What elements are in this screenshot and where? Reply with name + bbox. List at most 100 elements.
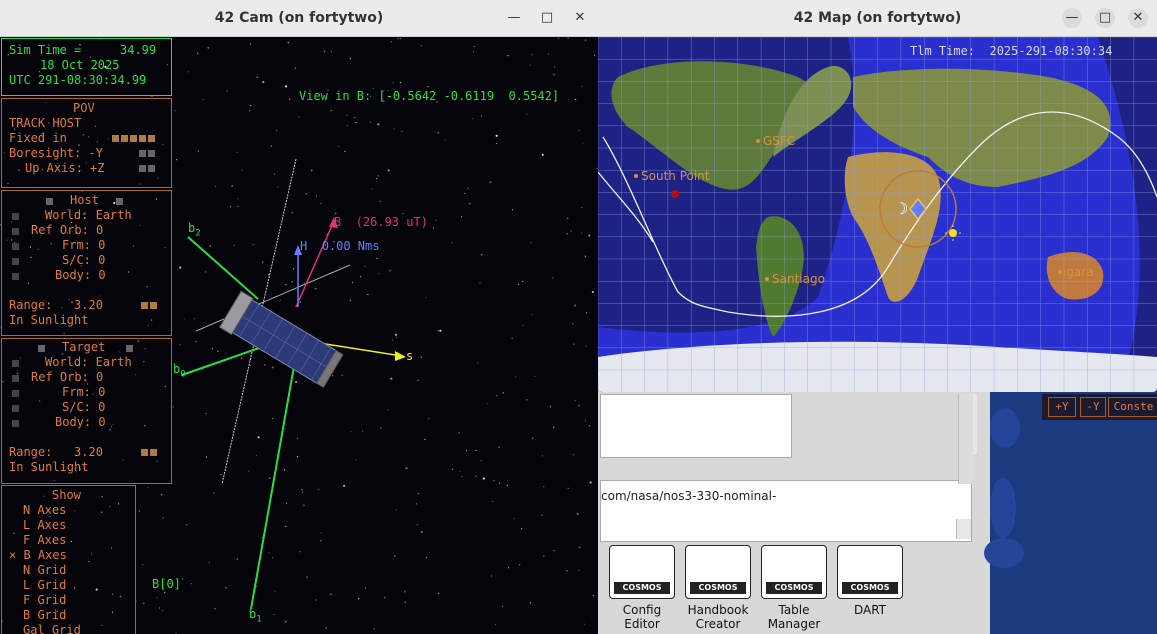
- url-text: com/nasa/nos3-330-nominal-: [601, 489, 777, 503]
- target-body-button[interactable]: [12, 420, 19, 427]
- maximize-icon[interactable]: □: [1095, 8, 1115, 28]
- show-gal-grid[interactable]: Gal Grid: [23, 623, 81, 634]
- target-range-plus[interactable]: [150, 449, 157, 456]
- star: [451, 468, 453, 470]
- host-prev-button[interactable]: [46, 198, 53, 205]
- minimize-icon[interactable]: —: [504, 8, 524, 28]
- host-frm-button[interactable]: [12, 243, 19, 250]
- target-next-button[interactable]: [126, 345, 133, 352]
- show-b-grid[interactable]: B Grid: [23, 608, 66, 623]
- pov-track[interactable]: TRACK HOST: [9, 116, 81, 131]
- host-next-button[interactable]: [116, 198, 123, 205]
- star: [205, 412, 207, 414]
- star: [197, 150, 199, 152]
- star: [486, 403, 488, 405]
- star: [214, 608, 216, 610]
- host-body-button[interactable]: [12, 273, 19, 280]
- close-icon[interactable]: ✕: [1128, 8, 1148, 28]
- target-ref-orb-button[interactable]: [12, 375, 19, 382]
- star: [351, 281, 354, 283]
- show-l-axes[interactable]: L Axes: [23, 518, 66, 533]
- star: [567, 487, 569, 489]
- minimize-icon[interactable]: —: [1062, 8, 1082, 28]
- scrollbar-right[interactable]: [958, 394, 973, 484]
- host-range-plus[interactable]: [150, 302, 157, 309]
- cam-viewport[interactable]: B (26.93 uT) H 0.00 Nms s b2 b0 b1 B[0] …: [0, 37, 598, 634]
- fixed-in-option-5[interactable]: [148, 135, 155, 142]
- star: [156, 597, 158, 599]
- tool-config-editor[interactable]: COSMOS Config Editor: [606, 545, 678, 631]
- star: [295, 380, 298, 384]
- star: [240, 357, 242, 359]
- url-text-area[interactable]: com/nasa/nos3-330-nominal-: [600, 480, 972, 542]
- up-axis-option-1[interactable]: [139, 165, 146, 172]
- tool-dart[interactable]: COSMOS DART: [834, 545, 906, 617]
- close-icon[interactable]: ✕: [570, 8, 590, 28]
- target-world-button[interactable]: [12, 360, 19, 367]
- minus-y-button[interactable]: -Y: [1080, 397, 1106, 417]
- text-area-top[interactable]: [600, 394, 792, 458]
- show-n-grid[interactable]: N Grid: [23, 563, 66, 578]
- star: [287, 42, 289, 44]
- boresight-option-1[interactable]: [139, 150, 146, 157]
- star: [580, 206, 583, 209]
- star: [364, 587, 366, 589]
- fixed-in-option-1[interactable]: [112, 135, 119, 142]
- plus-y-button[interactable]: +Y: [1048, 397, 1076, 417]
- target-prev-button[interactable]: [38, 345, 45, 352]
- map-titlebar[interactable]: 42 Map (on fortytwo) — □ ✕: [598, 0, 1157, 37]
- target-sunlight: In Sunlight: [9, 460, 89, 474]
- star: [532, 437, 534, 439]
- star: [230, 206, 232, 208]
- sim-utc: UTC 291-08:30:34.99: [9, 73, 147, 87]
- scrollbar-bottom[interactable]: [956, 519, 971, 539]
- star: [143, 602, 145, 605]
- star: [255, 454, 257, 456]
- maximize-icon[interactable]: □: [537, 8, 557, 28]
- config-editor-icon: COSMOS: [609, 545, 675, 599]
- star: [291, 211, 293, 213]
- host-world-button[interactable]: [12, 213, 19, 220]
- tool-handbook-creator[interactable]: COSMOS Handbook Creator: [682, 545, 754, 631]
- star: [280, 299, 282, 301]
- star: [294, 67, 296, 69]
- fixed-in-option-4[interactable]: [139, 135, 146, 142]
- cam-titlebar[interactable]: 42 Cam (on fortytwo) — □ ✕: [0, 0, 598, 37]
- host-ref-orb-button[interactable]: [12, 228, 19, 235]
- constellation-button[interactable]: Conste: [1108, 397, 1157, 417]
- star: [496, 395, 498, 397]
- star: [285, 502, 288, 504]
- b2-label: b2: [188, 221, 201, 239]
- fixed-in-option-3[interactable]: [130, 135, 137, 142]
- target-sc-button[interactable]: [12, 405, 19, 412]
- show-f-grid[interactable]: F Grid: [23, 593, 66, 608]
- star: [330, 110, 332, 112]
- star: [579, 546, 581, 548]
- show-b-axes[interactable]: × B Axes: [9, 548, 67, 563]
- target-frm-button[interactable]: [12, 390, 19, 397]
- target-range-minus[interactable]: [141, 449, 148, 456]
- boresight-option-2[interactable]: [148, 150, 155, 157]
- show-n-axes[interactable]: N Axes: [23, 503, 66, 518]
- star: [570, 230, 572, 232]
- star: [588, 234, 591, 237]
- tool-table-manager[interactable]: COSMOS Table Manager: [758, 545, 830, 631]
- target-ref-orb: Ref Orb: 0: [31, 370, 104, 384]
- up-axis-option-2[interactable]: [148, 165, 155, 172]
- star: [186, 524, 188, 526]
- star: [417, 379, 419, 381]
- map-viewport[interactable]: ☽ Tlm Time: 2025-291-08:30:34 GSFC South…: [598, 37, 1157, 392]
- table-manager-icon: COSMOS: [761, 545, 827, 599]
- host-range-minus[interactable]: [141, 302, 148, 309]
- fixed-in-option-2[interactable]: [121, 135, 128, 142]
- host-sc-button[interactable]: [12, 258, 19, 265]
- star: [553, 66, 556, 68]
- star: [566, 570, 568, 572]
- dongara-label-clip: Dongara: [1064, 265, 1124, 280]
- star: [225, 587, 227, 589]
- star: [475, 475, 477, 477]
- show-f-axes[interactable]: F Axes: [23, 533, 66, 548]
- star: [305, 193, 307, 195]
- show-l-grid[interactable]: L Grid: [23, 578, 66, 593]
- star: [341, 374, 343, 376]
